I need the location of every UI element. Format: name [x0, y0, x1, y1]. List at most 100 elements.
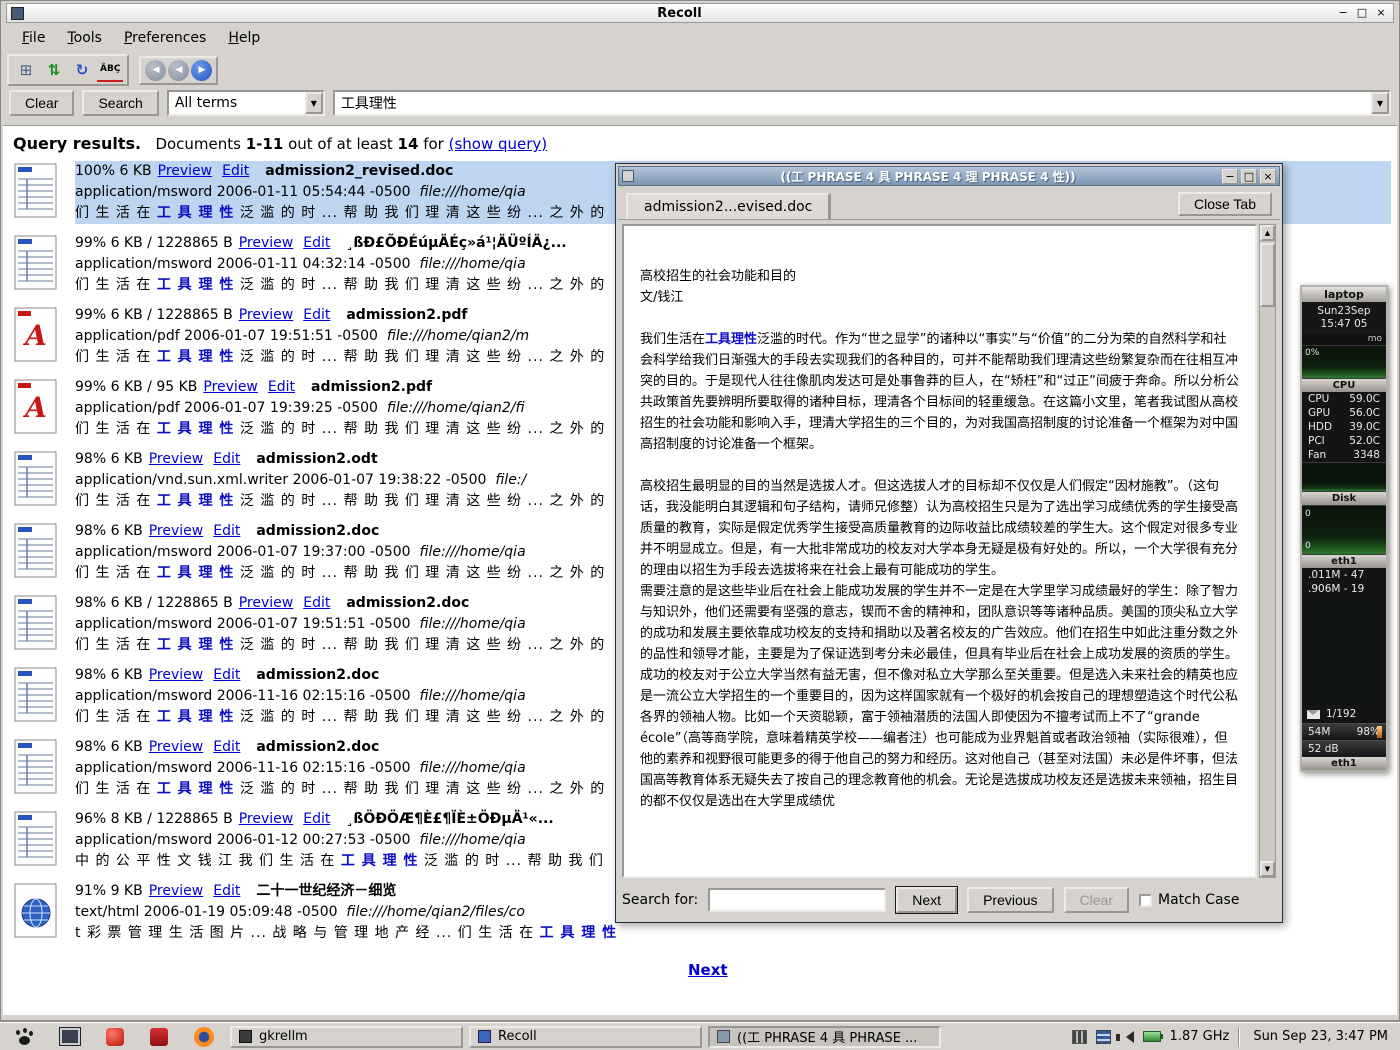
taskbar-task-recoll[interactable]: Recoll [469, 1026, 702, 1048]
result-mime-date: application/pdf 2006-01-07 19:39:25 -050… [75, 400, 378, 416]
search-mode-combo[interactable]: All terms ▼ [167, 90, 325, 116]
menu-preferences[interactable]: Preferences [115, 27, 215, 49]
chevron-down-icon[interactable]: ▼ [305, 92, 323, 114]
preview-link[interactable]: Preview [239, 595, 294, 611]
main-titlebar[interactable]: Recoll − □ × [6, 3, 1394, 23]
gkrellm-sensor-row: Fan3348 [1302, 448, 1386, 462]
preview-clear-button[interactable]: Clear [1064, 887, 1129, 913]
tray-icon-1[interactable] [1072, 1030, 1087, 1044]
match-case-checkbox[interactable] [1139, 894, 1152, 907]
doc-file-icon [13, 595, 59, 651]
sort-parameters-icon[interactable]: ⇅ [41, 58, 67, 82]
launcher-red2-icon[interactable] [150, 1028, 168, 1046]
gkrellm-disk-chart: 0 0 [1302, 505, 1386, 555]
query-input-value[interactable]: 工具理性 [335, 93, 1371, 113]
gkrellm-window[interactable]: laptop Sun23Sep 15:47 05 mo 0% CPU CPU59… [1300, 285, 1388, 772]
edit-link[interactable]: Edit [303, 235, 330, 251]
result-score-size: 91% 9 KB [75, 883, 143, 899]
battery-icon[interactable] [1143, 1031, 1161, 1042]
firefox-icon[interactable] [194, 1027, 214, 1047]
edit-link[interactable]: Edit [222, 163, 249, 179]
result-score-size: 98% 6 KB [75, 523, 143, 539]
edit-link[interactable]: Edit [303, 307, 330, 323]
xfce-paw-icon[interactable] [14, 1027, 34, 1047]
preview-tab-bar: admission2...evised.doc Close Tab [618, 186, 1280, 220]
menu-tools[interactable]: Tools [58, 27, 111, 49]
preview-scrollbar[interactable]: ▲ ▼ [1259, 224, 1276, 878]
gkrellm-battery-meter[interactable]: 52 dB [1302, 740, 1386, 757]
pdf-file-icon: A [13, 307, 59, 363]
next-results-link[interactable]: Next [688, 961, 728, 979]
next-page-icon[interactable]: ▶ [191, 60, 212, 81]
edit-link[interactable]: Edit [213, 883, 240, 899]
preview-titlebar[interactable]: ((工 PHRASE 4 具 PHRASE 4 理 PHRASE 4 性)) −… [618, 166, 1280, 186]
gkrellm-net-rows: .011M - 47.906M - 19 [1302, 568, 1386, 596]
scrollbar-thumb[interactable] [1260, 243, 1275, 307]
result-title: admission2.doc [346, 595, 469, 611]
edit-link[interactable]: Edit [213, 523, 240, 539]
next-page-row: Next [3, 951, 1397, 979]
refresh-icon[interactable]: ↻ [69, 58, 95, 82]
html-file-icon [13, 883, 59, 939]
menu-file[interactable]: File [13, 27, 54, 49]
preview-paragraph: 成功的校友对于公立大学当然有益无害，但不像对私立大学那么至关重要。但是选入未来社… [640, 665, 1239, 812]
preview-text[interactable]: 高校招生的社会功能和目的文/钱江我们生活在工具理性泛滥的时代。作为“世之显学”的… [622, 224, 1257, 878]
maximize-icon[interactable]: □ [1354, 6, 1370, 21]
gkrellm-memory-meter[interactable]: 54M 98% [1302, 723, 1386, 740]
preview-next-button[interactable]: Next [896, 887, 957, 913]
preview-link[interactable]: Preview [149, 667, 204, 683]
preview-previous-button[interactable]: Previous [967, 887, 1053, 913]
launcher-red-icon[interactable] [106, 1028, 124, 1046]
minimize-icon[interactable]: − [1335, 6, 1351, 21]
first-page-icon[interactable]: ◀ [145, 60, 166, 81]
show-results-table-icon[interactable]: ⊞ [13, 58, 39, 82]
preview-link[interactable]: Preview [149, 523, 204, 539]
maximize-icon[interactable]: □ [1241, 169, 1257, 184]
close-icon[interactable]: × [1373, 6, 1389, 21]
edit-link[interactable]: Edit [213, 451, 240, 467]
search-button[interactable]: Search [82, 90, 158, 116]
preview-link[interactable]: Preview [149, 883, 204, 899]
tray-icon-2[interactable] [1096, 1030, 1111, 1044]
taskbar-task-phrase4phras[interactable]: ((工 PHRASE 4 具 PHRASE ... [708, 1026, 941, 1048]
result-url: file:///home/qia [419, 832, 525, 848]
close-tab-button[interactable]: Close Tab [1178, 192, 1272, 216]
preview-tab[interactable]: admission2...evised.doc [626, 193, 830, 219]
doc-file-icon [13, 523, 59, 579]
taskbar-task-gkrellm[interactable]: gkrellm [230, 1026, 463, 1048]
preview-link[interactable]: Preview [239, 811, 294, 827]
close-icon[interactable]: × [1260, 169, 1276, 184]
edit-link[interactable]: Edit [213, 667, 240, 683]
scroll-up-icon[interactable]: ▲ [1260, 225, 1275, 241]
show-query-link[interactable]: (show query) [449, 135, 548, 153]
edit-link[interactable]: Edit [303, 811, 330, 827]
preview-link[interactable]: Preview [239, 307, 294, 323]
preview-link[interactable]: Preview [203, 379, 258, 395]
window-title: Recoll [24, 6, 1335, 21]
result-url: file:///home/qian2/fi [387, 400, 525, 416]
prev-page-icon[interactable]: ◀ [168, 60, 189, 81]
edit-link[interactable]: Edit [268, 379, 295, 395]
menubar: FileToolsPreferencesHelp [5, 25, 1395, 51]
gkrellm-battery-value: 52 dB [1308, 743, 1339, 755]
clear-button[interactable]: Clear [9, 90, 74, 116]
preview-search-input[interactable] [708, 888, 886, 912]
chevron-down-icon[interactable]: ▼ [1371, 92, 1389, 114]
scroll-down-icon[interactable]: ▼ [1260, 861, 1275, 877]
preview-link[interactable]: Preview [149, 451, 204, 467]
volume-icon[interactable] [1120, 1031, 1134, 1043]
preview-link[interactable]: Preview [158, 163, 213, 179]
results-header-post: for [423, 135, 444, 153]
query-combo[interactable]: 工具理性 ▼ [333, 90, 1391, 116]
terminal-icon[interactable] [60, 1028, 80, 1045]
edit-link[interactable]: Edit [303, 595, 330, 611]
result-title: admission2.odt [256, 451, 377, 467]
menu-help[interactable]: Help [219, 27, 269, 49]
term-explorer-icon[interactable]: ÂBÇ [97, 58, 123, 82]
match-case-option[interactable]: Match Case [1139, 892, 1239, 908]
minimize-icon[interactable]: − [1222, 169, 1238, 184]
preview-link[interactable]: Preview [239, 235, 294, 251]
preview-link[interactable]: Preview [149, 739, 204, 755]
edit-link[interactable]: Edit [213, 739, 240, 755]
result-title: ¸ßÖĐÖÆ¶È£¶ÏÈ±ÖĐµÄ¹«... [346, 811, 553, 827]
